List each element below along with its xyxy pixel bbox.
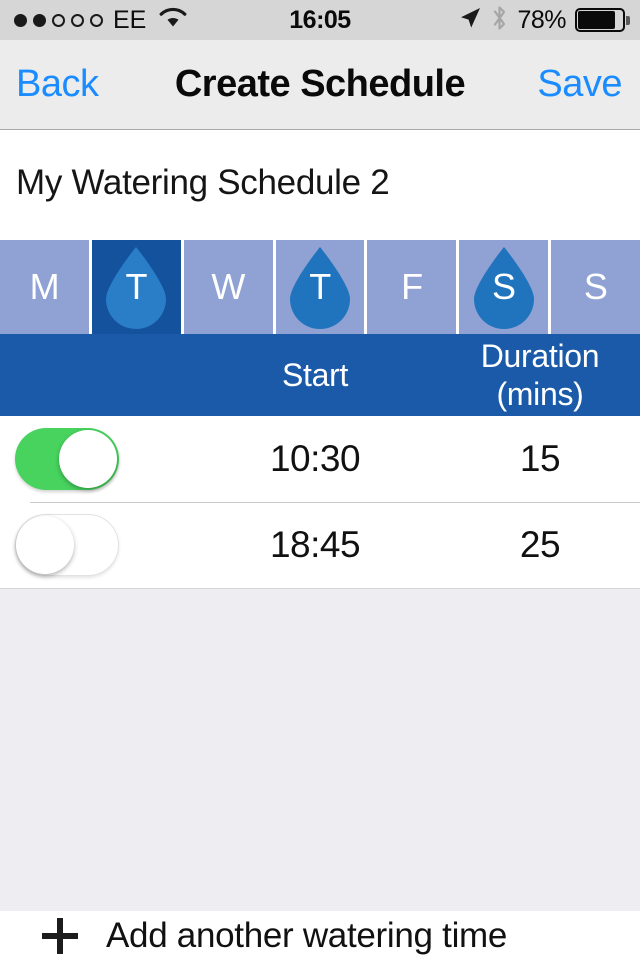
schedule-table-header: Start Duration (mins)	[0, 334, 640, 416]
toggle-knob	[16, 516, 74, 574]
duration-value[interactable]: 15	[440, 416, 640, 502]
day-selector: M T W T F S S	[0, 240, 640, 334]
watering-time-toggle[interactable]	[15, 428, 119, 490]
day-cell-friday[interactable]: F	[367, 240, 457, 334]
day-cell-saturday[interactable]: S	[459, 240, 549, 334]
day-cell-monday[interactable]: M	[0, 240, 89, 334]
start-time-value[interactable]: 10:30	[200, 416, 430, 502]
toggle-knob	[59, 430, 117, 488]
day-cell-sunday[interactable]: S	[551, 240, 640, 334]
day-label-thursday: T	[309, 266, 331, 307]
plus-icon	[42, 917, 78, 954]
day-cell-tuesday[interactable]: T	[91, 240, 181, 334]
clock-label: 16:05	[289, 5, 351, 34]
column-header-duration-line2: (mins)	[496, 376, 584, 412]
status-bar-right: 78%	[458, 0, 630, 40]
navigation-bar: Back Create Schedule Save	[0, 40, 640, 130]
status-bar: EE 16:05 78%	[0, 0, 640, 40]
app-root: EE 16:05 78% Back Create Schedule Save M…	[0, 0, 640, 960]
location-arrow-icon	[458, 6, 482, 35]
add-watering-time-row[interactable]: Add another watering time	[0, 911, 640, 960]
battery-icon	[575, 8, 630, 32]
day-cell-thursday[interactable]: T	[275, 240, 365, 334]
day-label-sunday: S	[583, 266, 608, 307]
table-row[interactable]: 18:45 25	[0, 502, 640, 588]
duration-value[interactable]: 25	[440, 502, 640, 588]
schedule-table-body: 10:30 15 18:45 25	[0, 416, 640, 588]
day-label-saturday: S	[491, 266, 516, 307]
save-button[interactable]: Save	[537, 40, 622, 129]
schedule-name-input[interactable]	[16, 163, 616, 203]
column-header-start: Start	[281, 356, 349, 393]
table-row[interactable]: 10:30 15	[0, 416, 640, 502]
bluetooth-icon	[491, 5, 508, 36]
day-cell-wednesday[interactable]: W	[183, 240, 273, 334]
battery-percent-label: 78%	[517, 5, 566, 34]
column-header-duration: Duration (mins)	[440, 334, 640, 416]
day-label-wednesday: W	[211, 266, 245, 307]
add-watering-time-label: Add another watering time	[106, 915, 508, 955]
content-spacer	[0, 588, 640, 911]
column-header-duration-line1: Duration	[480, 338, 600, 374]
day-label-tuesday: T	[125, 266, 148, 307]
day-label-friday: F	[401, 266, 423, 307]
schedule-name-row[interactable]	[0, 131, 640, 235]
watering-time-toggle[interactable]	[15, 514, 119, 576]
day-label-monday: M	[29, 266, 60, 307]
start-time-value[interactable]: 18:45	[200, 502, 430, 588]
